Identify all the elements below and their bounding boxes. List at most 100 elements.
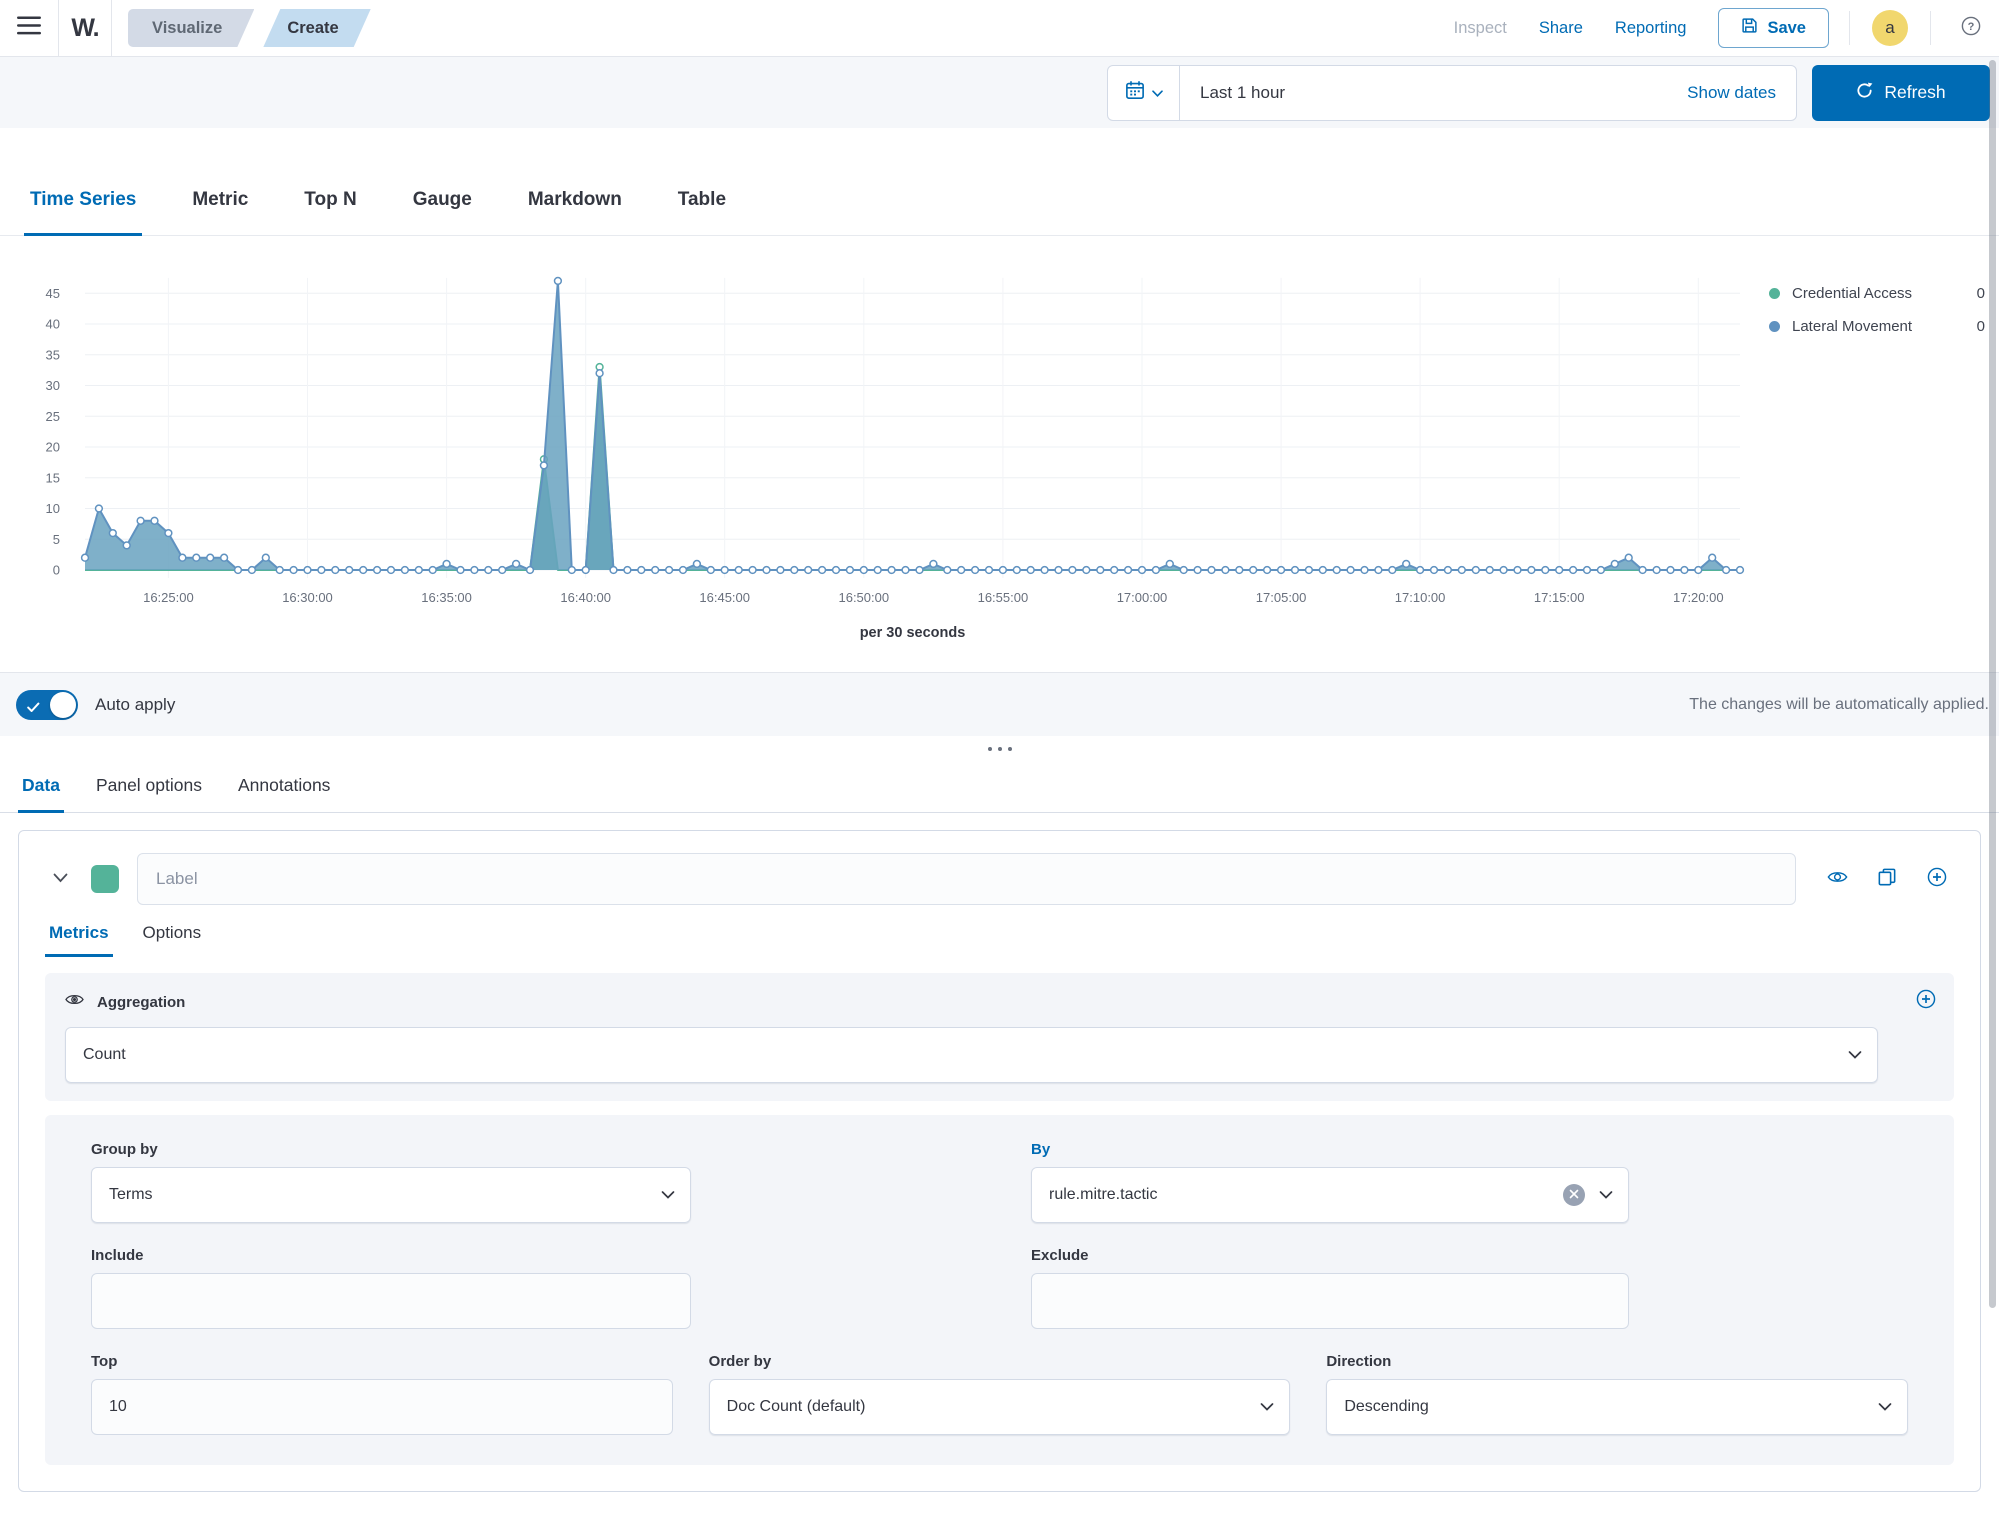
aggregation-select[interactable]: Count <box>65 1027 1878 1083</box>
add-series-button[interactable] <box>1926 868 1948 890</box>
svg-text:0: 0 <box>53 563 60 578</box>
chart-series-1 <box>82 278 1744 574</box>
chart-section: 05101520253035404516:25:0016:30:0016:35:… <box>0 236 1999 672</box>
chart-legend: Credential Access 0 Lateral Movement 0 <box>1769 280 1985 339</box>
group-by-select[interactable]: Terms <box>91 1167 691 1223</box>
top-label: Top <box>91 1353 673 1370</box>
auto-apply-toggle[interactable] <box>16 690 78 720</box>
reporting-link[interactable]: Reporting <box>1615 19 1687 38</box>
include-input[interactable] <box>91 1273 691 1329</box>
legend-item-lateral-movement[interactable]: Lateral Movement 0 <box>1769 313 1985 339</box>
time-range-value[interactable]: Last 1 hour <box>1180 83 1285 103</box>
avatar-initial: a <box>1885 18 1894 38</box>
chevron-down-icon <box>661 1191 675 1200</box>
tsvb-chart-svg: 05101520253035404516:25:0016:30:0016:35:… <box>0 236 1999 672</box>
viz-type-tabs: Time Series Metric Top N Gauge Markdown … <box>0 128 1999 236</box>
tab-options[interactable]: Options <box>139 923 206 957</box>
app: W. Visualize Create Inspect Share Report… <box>0 0 1999 1525</box>
exclude-input[interactable] <box>1031 1273 1629 1329</box>
header-divider <box>1930 11 1931 45</box>
chart-gridlines <box>85 278 1740 578</box>
tab-metric[interactable]: Metric <box>186 189 254 235</box>
aggregation-label: Aggregation <box>97 994 185 1011</box>
series-sub-tabs: Metrics Options <box>45 923 1954 957</box>
svg-text:40: 40 <box>46 317 60 332</box>
auto-apply-message: The changes will be automatically applie… <box>1689 696 1989 714</box>
exclude-field: Exclude <box>1031 1247 1629 1329</box>
clear-selection-button[interactable] <box>1563 1184 1585 1206</box>
tab-annotations[interactable]: Annotations <box>234 775 334 812</box>
series-color-swatch[interactable] <box>91 865 119 893</box>
aggregation-panel: Aggregation Count <box>45 973 1954 1101</box>
menu-button[interactable] <box>0 0 58 57</box>
copy-icon <box>1878 868 1896 891</box>
top-header: W. Visualize Create Inspect Share Report… <box>0 0 1999 57</box>
refresh-button[interactable]: Refresh <box>1812 65 1990 121</box>
order-by-field: Order by Doc Count (default) <box>709 1353 1291 1435</box>
group-by-panel: Group by Terms By rule.mitre.tactic <box>45 1115 1954 1465</box>
svg-text:20: 20 <box>46 440 60 455</box>
order-by-select[interactable]: Doc Count (default) <box>709 1379 1291 1435</box>
series-label-input[interactable] <box>137 853 1796 905</box>
chevron-down-icon <box>1878 1403 1892 1412</box>
plus-circle-icon <box>1927 867 1947 892</box>
app-logo[interactable]: W. <box>59 14 111 43</box>
panel-resize-handle[interactable] <box>0 740 1999 758</box>
tab-time-series[interactable]: Time Series <box>24 189 142 235</box>
inspect-link[interactable]: Inspect <box>1454 19 1507 38</box>
top-input[interactable] <box>91 1379 673 1435</box>
chevron-down-icon <box>1260 1403 1274 1412</box>
logo-text: W. <box>71 14 98 42</box>
eye-icon <box>65 993 84 1011</box>
header-divider <box>1849 11 1850 45</box>
chevron-down-icon <box>1152 84 1163 102</box>
help-button[interactable]: ? <box>1951 14 1991 43</box>
include-label: Include <box>91 1247 691 1264</box>
tab-markdown[interactable]: Markdown <box>522 189 628 235</box>
by-field: By rule.mitre.tactic <box>1031 1141 1629 1223</box>
tab-panel-options[interactable]: Panel options <box>92 775 206 812</box>
svg-text:per 30 seconds: per 30 seconds <box>860 625 966 641</box>
share-link[interactable]: Share <box>1539 19 1583 38</box>
series-collapse-button[interactable] <box>45 870 75 888</box>
toggle-knob <box>50 692 76 718</box>
add-metric-button[interactable] <box>1916 989 1936 1014</box>
aggregation-header: Aggregation <box>65 987 1934 1017</box>
show-dates-link[interactable]: Show dates <box>1687 83 1796 103</box>
chevron-down-icon <box>1848 1051 1862 1060</box>
tab-metrics[interactable]: Metrics <box>45 923 113 957</box>
tab-top-n[interactable]: Top N <box>298 189 362 235</box>
plus-circle-icon <box>1916 989 1936 1014</box>
series-editor-card: Metrics Options Aggregation Count <box>18 830 1981 1492</box>
svg-text:16:25:00: 16:25:00 <box>143 590 194 605</box>
chart-axis-labels: 05101520253035404516:25:0016:30:0016:35:… <box>46 286 1724 641</box>
hamburger-icon <box>17 16 41 40</box>
direction-label: Direction <box>1326 1353 1908 1370</box>
breadcrumb-create[interactable]: Create <box>263 9 370 47</box>
quick-select-button[interactable] <box>1108 66 1180 120</box>
direction-select[interactable]: Descending <box>1326 1379 1908 1435</box>
top-order-direction-row: Top Order by Doc Count (default) Directi… <box>91 1353 1908 1435</box>
vertical-scrollbar[interactable] <box>1989 60 1996 1308</box>
auto-apply-bar: Auto apply The changes will be automatic… <box>0 672 1999 736</box>
legend-dot <box>1769 321 1780 332</box>
refresh-button-label: Refresh <box>1884 82 1945 103</box>
save-button[interactable]: Save <box>1718 8 1829 48</box>
svg-text:17:10:00: 17:10:00 <box>1395 590 1446 605</box>
breadcrumb-visualize[interactable]: Visualize <box>128 9 254 47</box>
chevron-down-icon <box>53 870 68 888</box>
help-icon: ? <box>1959 14 1983 43</box>
avatar[interactable]: a <box>1872 10 1908 46</box>
legend-item-credential-access[interactable]: Credential Access 0 <box>1769 280 1985 306</box>
toggle-series-eye-button[interactable] <box>1826 868 1848 890</box>
by-combo-box[interactable]: rule.mitre.tactic <box>1031 1167 1629 1223</box>
date-picker: Last 1 hour Show dates <box>1107 65 1797 121</box>
direction-field: Direction Descending <box>1326 1353 1908 1435</box>
calendar-icon <box>1125 80 1145 105</box>
tab-gauge[interactable]: Gauge <box>407 189 478 235</box>
svg-text:?: ? <box>1968 21 1975 33</box>
tab-table[interactable]: Table <box>672 189 732 235</box>
tab-data[interactable]: Data <box>18 775 64 812</box>
svg-text:16:45:00: 16:45:00 <box>699 590 750 605</box>
clone-series-button[interactable] <box>1876 868 1898 890</box>
